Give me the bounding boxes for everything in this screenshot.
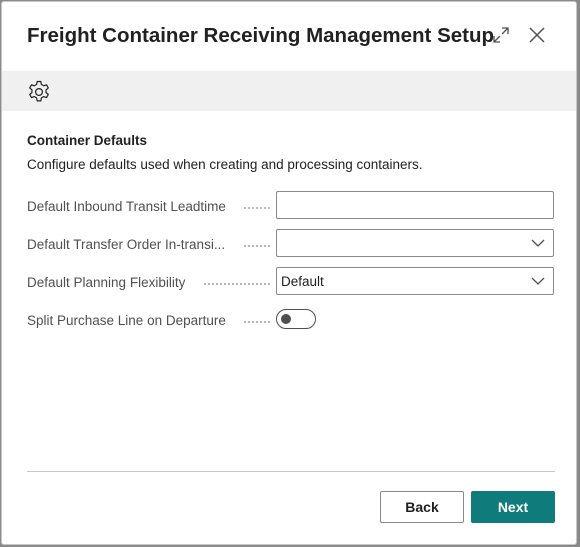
leader-dots <box>244 321 270 324</box>
expand-button[interactable] <box>488 22 514 48</box>
planning-flexibility-select[interactable]: Default <box>276 267 554 295</box>
gear-icon[interactable] <box>26 79 52 105</box>
leader-dots <box>204 283 270 286</box>
inbound-leadtime-input[interactable] <box>276 191 554 219</box>
toggle-knob <box>281 314 291 324</box>
section-description: Configure defaults used when creating an… <box>27 157 423 172</box>
section-title: Container Defaults <box>27 133 148 148</box>
setup-dialog: Freight Container Receiving Management S… <box>1 1 577 545</box>
leader-dots <box>244 245 270 248</box>
inbound-leadtime-label: Default Inbound Transit Leadtime <box>27 199 226 214</box>
chevron-down-icon <box>531 277 545 285</box>
expand-icon <box>493 27 509 43</box>
leader-dots <box>244 207 270 210</box>
split-purchase-line-label: Split Purchase Line on Departure <box>27 313 226 328</box>
action-bar <box>2 71 576 111</box>
transfer-order-label: Default Transfer Order In-transi... <box>27 237 226 252</box>
back-button[interactable]: Back <box>380 491 464 523</box>
close-button[interactable] <box>524 22 550 48</box>
footer-divider <box>27 471 555 472</box>
planning-flexibility-label: Default Planning Flexibility <box>27 275 186 290</box>
close-icon <box>529 27 545 43</box>
split-purchase-line-toggle[interactable] <box>276 309 316 329</box>
next-button[interactable]: Next <box>471 491 555 523</box>
dialog-title: Freight Container Receiving Management S… <box>27 24 495 47</box>
transfer-order-select[interactable] <box>276 229 554 257</box>
planning-flexibility-value: Default <box>281 274 324 289</box>
chevron-down-icon <box>531 239 545 247</box>
